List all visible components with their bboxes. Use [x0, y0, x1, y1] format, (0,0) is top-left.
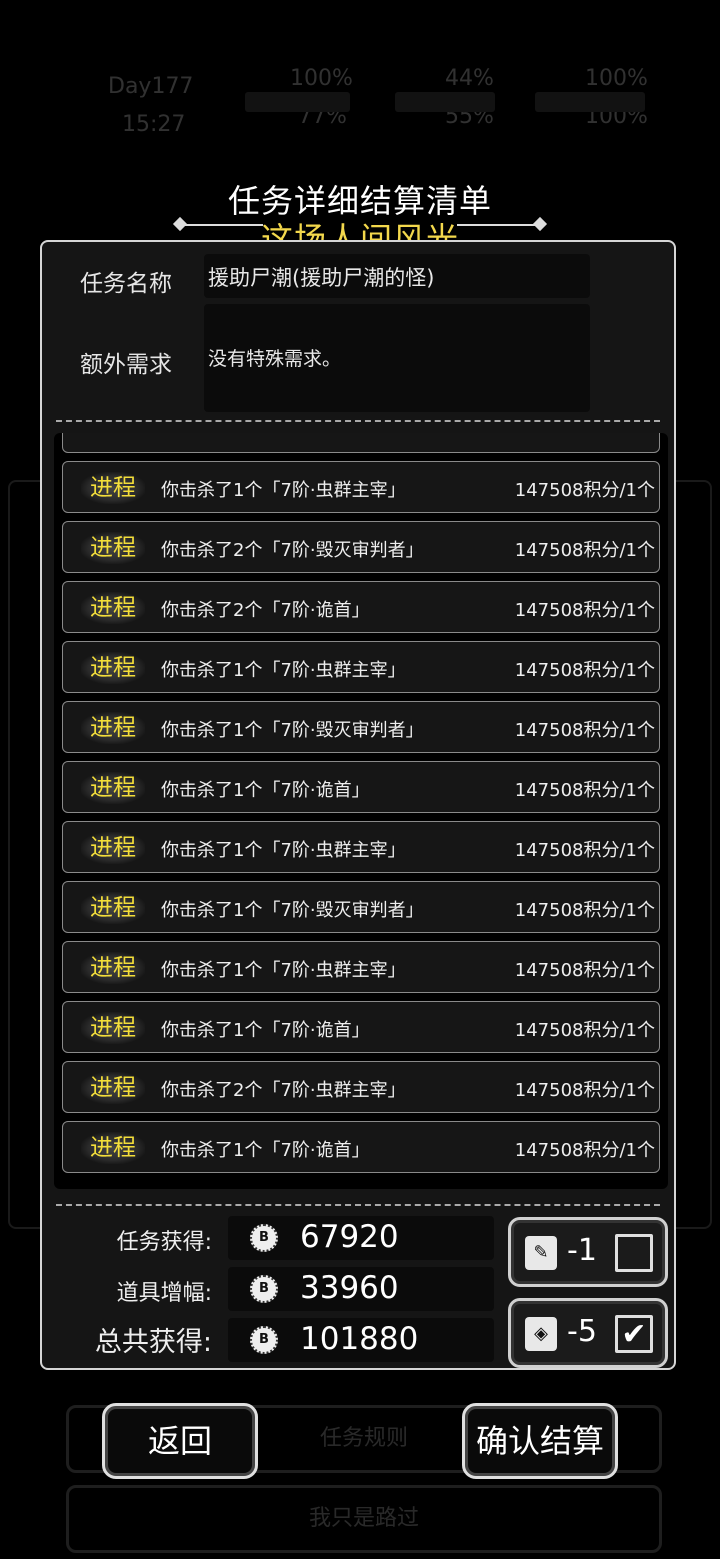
card-icon: ◈ — [525, 1317, 557, 1351]
progress-tag: 进程 — [81, 1012, 145, 1044]
progress-tag: 进程 — [81, 832, 145, 864]
progress-tag: 进程 — [81, 712, 145, 744]
progress-points: 147508积分/1个 — [514, 960, 655, 981]
progress-description: 你击杀了1个「7阶·诡首」 — [161, 780, 370, 801]
stat-value: 100% — [290, 66, 353, 91]
progress-points: 147508积分/1个 — [514, 600, 655, 621]
progress-tag: 进程 — [81, 652, 145, 684]
card-item-toggle[interactable]: ◈ -5 ✔ — [508, 1298, 668, 1368]
progress-points: 147508积分/1个 — [514, 540, 655, 561]
progress-points: 147508积分/1个 — [514, 480, 655, 501]
card-item-checkbox[interactable]: ✔ — [615, 1315, 653, 1353]
card-item-cost: -5 — [567, 1314, 597, 1349]
item-bonus-label: 道具增幅: — [116, 1281, 212, 1306]
coin-icon: B — [250, 1275, 278, 1303]
total-reward-box: B 101880 — [228, 1318, 494, 1362]
progress-description: 你击杀了1个「7阶·诡首」 — [161, 1020, 370, 1041]
progress-row: 进程 你击杀了1个「7阶·虫群主宰」 147508积分/1个 — [62, 641, 660, 693]
item-bonus-box: B 33960 — [228, 1267, 494, 1311]
scroll-item-checkbox[interactable] — [615, 1234, 653, 1272]
scroll-item-cost: -1 — [567, 1233, 597, 1268]
stat-value: 44% — [445, 66, 494, 91]
progress-description: 你击杀了1个「7阶·虫群主宰」 — [161, 960, 406, 981]
coin-icon: B — [250, 1326, 278, 1354]
progress-tag: 进程 — [81, 592, 145, 624]
progress-tag: 进程 — [81, 472, 145, 504]
progress-row: 进程 你击杀了2个「7阶·毁灭审判者」 147508积分/1个 — [62, 521, 660, 573]
progress-points: 147508积分/1个 — [514, 1080, 655, 1101]
progress-points: 147508积分/1个 — [514, 900, 655, 921]
progress-row: 进程 你击杀了1个「7阶·毁灭审判者」 147508积分/1个 — [62, 701, 660, 753]
progress-description: 你击杀了1个「7阶·诡首」 — [161, 1140, 370, 1161]
scroll-item-toggle[interactable]: ✎ -1 — [508, 1217, 668, 1287]
progress-row: 进程 你击杀了1个「7阶·虫群主宰」 147508积分/1个 — [62, 941, 660, 993]
day-counter: Day177 — [108, 74, 194, 99]
background-pass-button: 我只是路过 — [66, 1485, 662, 1553]
progress-points: 147508积分/1个 — [514, 1140, 655, 1161]
progress-list[interactable]: 进程 你击杀了1个「7阶·虫群主宰」 147508积分/1个 进程 你击杀了2个「7阶·… — [54, 433, 668, 1189]
extra-requirement-label: 额外需求 — [80, 352, 172, 378]
back-button[interactable]: 返回 — [102, 1403, 258, 1479]
progress-row: 进程 你击杀了1个「7阶·毁灭审判者」 147508积分/1个 — [62, 881, 660, 933]
total-reward-value: 101880 — [300, 1321, 419, 1357]
progress-tag: 进程 — [81, 532, 145, 564]
total-reward-label: 总共获得: — [94, 1327, 212, 1358]
task-reward-value: 67920 — [300, 1219, 399, 1255]
task-name-label: 任务名称 — [80, 271, 172, 297]
progress-tag: 进程 — [81, 1072, 145, 1104]
progress-row: 进程 你击杀了2个「7阶·诡首」 147508积分/1个 — [62, 581, 660, 633]
stat-value: 100% — [585, 66, 648, 91]
progress-points: 147508积分/1个 — [514, 720, 655, 741]
task-reward-label: 任务获得: — [116, 1230, 212, 1255]
progress-points: 147508积分/1个 — [514, 840, 655, 861]
divider — [56, 1204, 660, 1206]
progress-tag: 进程 — [81, 1132, 145, 1164]
progress-row-partial — [62, 433, 660, 453]
progress-description: 你击杀了2个「7阶·虫群主宰」 — [161, 1080, 406, 1101]
extra-requirement-value: 没有特殊需求。 — [204, 304, 590, 412]
progress-tag: 进程 — [81, 952, 145, 984]
progress-description: 你击杀了1个「7阶·毁灭审判者」 — [161, 720, 424, 741]
item-bonus-value: 33960 — [300, 1270, 399, 1306]
stat-bar — [535, 92, 645, 112]
progress-description: 你击杀了1个「7阶·毁灭审判者」 — [161, 900, 424, 921]
clock: 15:27 — [122, 112, 186, 137]
progress-description: 你击杀了1个「7阶·虫群主宰」 — [161, 480, 406, 501]
progress-tag: 进程 — [81, 892, 145, 924]
progress-row: 进程 你击杀了1个「7阶·诡首」 147508积分/1个 — [62, 761, 660, 813]
scroll-icon: ✎ — [525, 1236, 557, 1270]
progress-row: 进程 你击杀了1个「7阶·诡首」 147508积分/1个 — [62, 1121, 660, 1173]
progress-description: 你击杀了2个「7阶·毁灭审判者」 — [161, 540, 424, 561]
confirm-settlement-button[interactable]: 确认结算 — [462, 1403, 618, 1479]
stat-bar — [245, 92, 350, 112]
stat-bar — [395, 92, 495, 112]
progress-points: 147508积分/1个 — [514, 660, 655, 681]
progress-points: 147508积分/1个 — [514, 780, 655, 801]
progress-tag: 进程 — [81, 772, 145, 804]
progress-row: 进程 你击杀了1个「7阶·虫群主宰」 147508积分/1个 — [62, 821, 660, 873]
settlement-panel: 任务名称 援助尸潮(援助尸潮的怪) 额外需求 没有特殊需求。 进程 你击杀了1个「… — [40, 240, 676, 1370]
progress-row: 进程 你击杀了1个「7阶·虫群主宰」 147508积分/1个 — [62, 461, 660, 513]
task-name-value: 援助尸潮(援助尸潮的怪) — [204, 254, 590, 298]
progress-description: 你击杀了2个「7阶·诡首」 — [161, 600, 370, 621]
progress-row: 进程 你击杀了2个「7阶·虫群主宰」 147508积分/1个 — [62, 1061, 660, 1113]
progress-description: 你击杀了1个「7阶·虫群主宰」 — [161, 840, 406, 861]
divider — [56, 420, 660, 422]
coin-icon: B — [250, 1224, 278, 1252]
task-reward-box: B 67920 — [228, 1216, 494, 1260]
progress-description: 你击杀了1个「7阶·虫群主宰」 — [161, 660, 406, 681]
progress-row: 进程 你击杀了1个「7阶·诡首」 147508积分/1个 — [62, 1001, 660, 1053]
progress-points: 147508积分/1个 — [514, 1020, 655, 1041]
